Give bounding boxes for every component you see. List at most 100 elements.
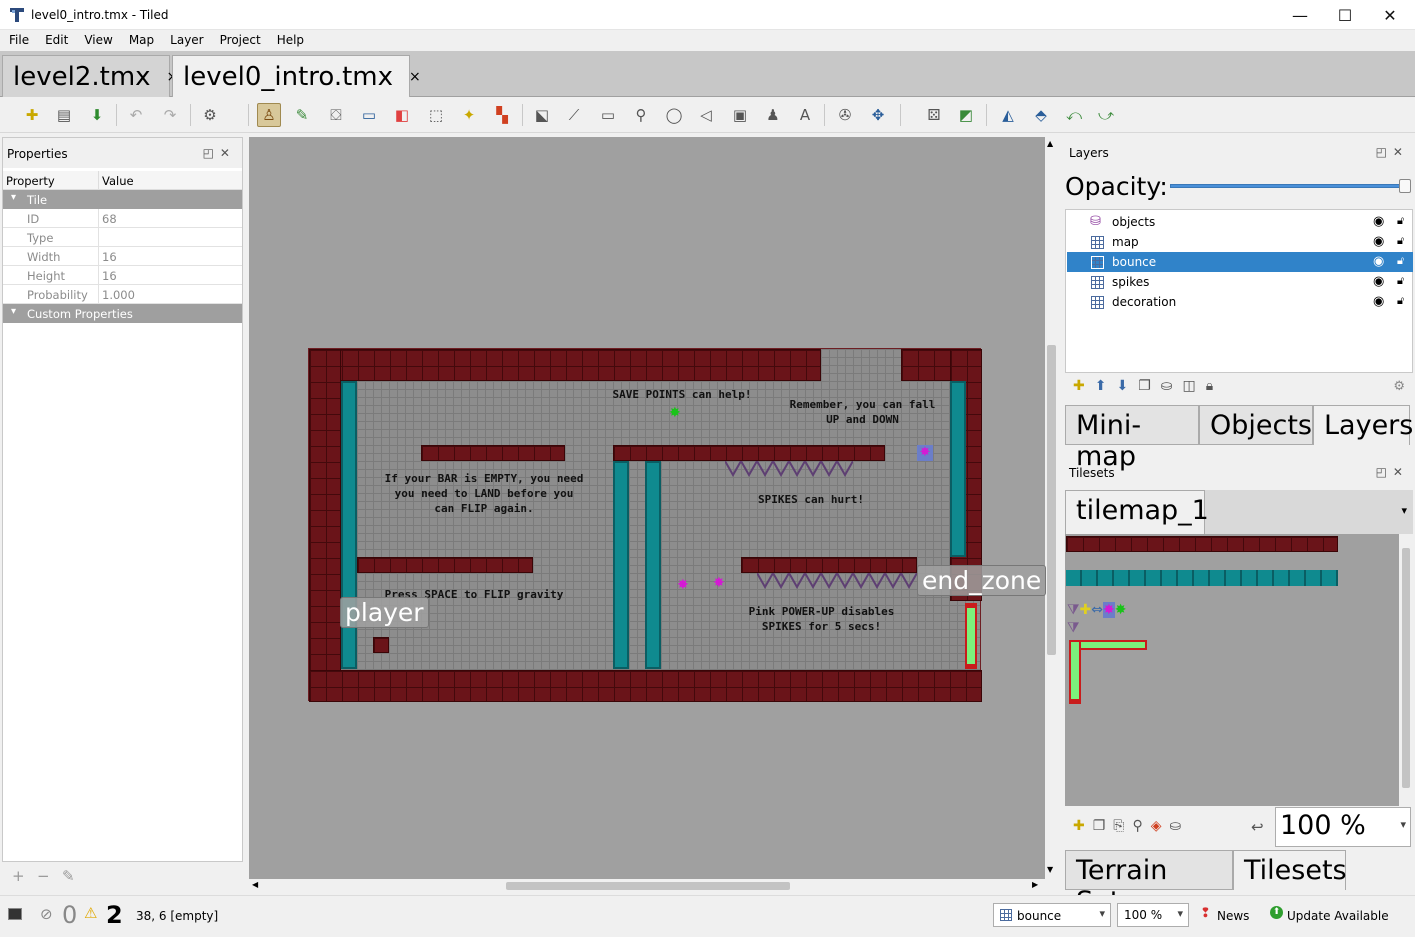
visibility-eye-icon[interactable]: ◉: [1373, 274, 1384, 289]
commands-icon[interactable]: ⚙: [198, 103, 222, 127]
prop-row-width[interactable]: Width 16: [3, 247, 242, 266]
insert-point-icon[interactable]: ⚲: [629, 103, 653, 127]
tileset-view[interactable]: ⧩✚⇔✸✸ ⧩: [1065, 534, 1413, 806]
select-objects-icon[interactable]: ⬕: [530, 103, 554, 127]
prop-row-type[interactable]: Type: [3, 228, 242, 247]
dock-float-close-icons[interactable]: ◰✕: [203, 146, 236, 160]
undo-icon[interactable]: ↶: [124, 103, 148, 127]
prop-row-id[interactable]: ID 68: [3, 209, 242, 228]
visibility-eye-icon[interactable]: ◉: [1373, 214, 1384, 229]
tileset-menu-chevron-icon[interactable]: ▾: [1401, 504, 1407, 517]
dynamic-wrapping-icon[interactable]: ◈: [1151, 818, 1170, 834]
new-tileset-icon[interactable]: ✚: [1073, 818, 1093, 834]
tab-level0-intro[interactable]: level0_intro.tmx ×: [172, 55, 421, 97]
lock-other-layers-icon[interactable]: 🔒︎: [1206, 378, 1223, 394]
tileset-pipe-v[interactable]: [1069, 640, 1081, 704]
tab-level2[interactable]: level2.tmx ×: [2, 55, 178, 97]
remove-property-icon[interactable]: −: [37, 867, 50, 885]
tileset-brick-row[interactable]: [1066, 536, 1338, 552]
tab-objects[interactable]: Objects: [1199, 405, 1313, 445]
canvas-vertical-scrollbar[interactable]: ▲ ▼: [1045, 137, 1059, 879]
insert-polygon-icon[interactable]: ◁: [694, 103, 718, 127]
insert-text-icon[interactable]: A: [793, 103, 817, 127]
insert-ellipse-icon[interactable]: ◯: [662, 103, 686, 127]
open-file-icon[interactable]: ▤: [52, 103, 76, 127]
eraser-icon[interactable]: ◧: [390, 103, 414, 127]
show-other-layers-icon[interactable]: ◫: [1183, 378, 1206, 394]
prop-row-probability[interactable]: Probability 1.000: [3, 285, 242, 304]
opacity-slider-handle[interactable]: [1399, 179, 1411, 193]
lock-icon[interactable]: 🔓︎: [1397, 214, 1404, 228]
remove-tileset-icon[interactable]: ⛀: [1170, 818, 1190, 834]
scroll-right-icon[interactable]: ▶: [1032, 880, 1038, 889]
dock-float-close-icons[interactable]: ◰✕: [1376, 465, 1409, 479]
menu-help[interactable]: Help: [268, 30, 311, 47]
flip-vertical-icon[interactable]: ⬘: [1029, 103, 1053, 127]
layer-item-bounce[interactable]: bounce ◉ 🔓︎: [1067, 252, 1413, 272]
rename-property-icon[interactable]: ✎: [62, 867, 75, 885]
menu-project[interactable]: Project: [211, 30, 268, 47]
layer-item-spikes[interactable]: spikes ◉ 🔓︎: [1067, 272, 1413, 292]
tab-tilemap-1[interactable]: tilemap_1: [1065, 490, 1209, 534]
wang-fill-icon[interactable]: ◩: [954, 103, 978, 127]
tileset-zoom-combo[interactable]: 100 % ▾: [1275, 807, 1411, 847]
news-link[interactable]: News: [1217, 909, 1249, 923]
visibility-eye-icon[interactable]: ◉: [1373, 234, 1384, 249]
tile-map[interactable]: ✸ ✸ ✸ ✸ SAVE POINTS can help! Remember, …: [308, 348, 1047, 702]
select-same-tile-icon[interactable]: ▚: [490, 103, 514, 127]
tileset-spike-tiles-2[interactable]: ⧩: [1067, 620, 1080, 636]
current-layer-combo[interactable]: bounce: [993, 903, 1111, 927]
delete-layer-icon[interactable]: ⛀: [1161, 378, 1183, 394]
dock-float-close-icons[interactable]: ◰✕: [1376, 145, 1409, 159]
tileset-spike-tiles[interactable]: ⧩✚⇔✸✸: [1067, 602, 1126, 618]
tileset-scroll-thumb[interactable]: [1402, 548, 1410, 788]
update-available-link[interactable]: Update Available: [1287, 909, 1389, 923]
magic-wand-icon[interactable]: ✦: [457, 103, 481, 127]
tab-layers[interactable]: Layers: [1313, 405, 1413, 445]
shape-fill-icon[interactable]: ▭: [357, 103, 381, 127]
menu-layer[interactable]: Layer: [161, 30, 210, 47]
horizontal-scroll-thumb[interactable]: [506, 882, 790, 890]
layer-settings-icon[interactable]: ⚙: [1393, 379, 1405, 394]
stamp-brush-icon[interactable]: ♙: [257, 103, 281, 127]
maximize-button[interactable]: ☐: [1322, 0, 1368, 30]
layer-item-decoration[interactable]: decoration ◉ 🔓︎: [1067, 292, 1413, 312]
scroll-left-icon[interactable]: ◀: [252, 880, 258, 889]
save-file-icon[interactable]: ⬇: [85, 103, 109, 127]
error-icon[interactable]: ⊘: [40, 905, 53, 923]
rotate-left-icon[interactable]: ⤺: [1062, 103, 1086, 127]
object-label-player[interactable]: player: [340, 597, 429, 628]
world-tool-icon[interactable]: ✇: [833, 103, 857, 127]
close-window-button[interactable]: ✕: [1367, 0, 1413, 30]
lock-icon[interactable]: 🔓︎: [1397, 294, 1404, 308]
menu-map[interactable]: Map: [120, 30, 161, 47]
menu-edit[interactable]: Edit: [36, 30, 75, 47]
raise-layer-icon[interactable]: ⬆: [1095, 378, 1117, 394]
move-icon[interactable]: ✥: [866, 103, 890, 127]
lock-icon[interactable]: 🔓︎: [1397, 274, 1404, 288]
insert-rectangle-icon[interactable]: ▭: [596, 103, 620, 127]
tab-mini-map[interactable]: Mini-map: [1065, 405, 1199, 472]
visibility-eye-icon[interactable]: ◉: [1373, 294, 1384, 309]
zoom-combo[interactable]: 100 %: [1117, 903, 1189, 927]
menu-view[interactable]: View: [75, 30, 119, 47]
tab-close-icon[interactable]: ×: [409, 69, 421, 85]
add-property-icon[interactable]: +: [12, 867, 25, 885]
warning-icon[interactable]: ⚠: [84, 904, 97, 922]
layer-item-map[interactable]: map ◉ 🔓︎: [1067, 232, 1413, 252]
bucket-fill-icon[interactable]: ⛋: [324, 103, 348, 127]
group-tile[interactable]: Tile: [3, 190, 242, 209]
vertical-scroll-thumb[interactable]: [1047, 345, 1056, 655]
insert-template-icon[interactable]: ♟: [761, 103, 785, 127]
opacity-slider[interactable]: [1170, 184, 1400, 188]
insert-tile-icon[interactable]: ▣: [728, 103, 752, 127]
embed-tileset-icon[interactable]: ❐: [1093, 818, 1114, 834]
edit-tileset-icon[interactable]: ⚲: [1133, 818, 1151, 834]
new-file-icon[interactable]: ✚: [20, 103, 44, 127]
duplicate-layer-icon[interactable]: ❐: [1138, 378, 1161, 394]
flip-horizontal-icon[interactable]: ◭: [996, 103, 1020, 127]
tab-tilesets[interactable]: Tilesets: [1233, 850, 1347, 890]
redo-icon[interactable]: ↷: [158, 103, 182, 127]
menu-file[interactable]: File: [0, 30, 36, 47]
canvas-horizontal-scrollbar[interactable]: ◀ ▶: [249, 879, 1045, 893]
